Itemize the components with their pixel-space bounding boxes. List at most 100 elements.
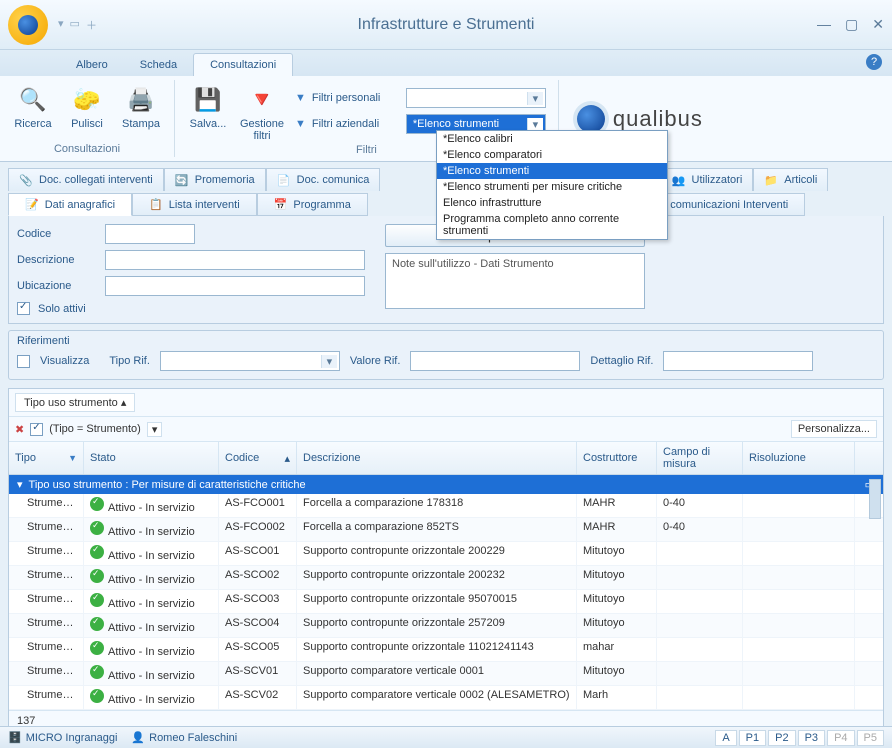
grid-headers: Tipo▼ Stato Codice▴ Descrizione Costrutt… [9,442,883,475]
page-button[interactable]: P4 [827,730,854,746]
subtab-programma[interactable]: 📅Programma [257,193,368,216]
chevron-down-icon: ▾ [527,92,543,105]
status-ok-icon [90,665,104,679]
cell-campo [657,590,743,613]
descrizione-input[interactable] [105,250,365,270]
page-button[interactable]: P1 [739,730,766,746]
table-row[interactable]: StrumentoAttivo - In servizioAS-SCO01Sup… [9,542,883,566]
group-row[interactable]: ▾ Tipo uso strumento : Per misure di car… [9,475,883,494]
cell-campo [657,662,743,685]
filtri-personali-combo[interactable]: ▾ [406,88,546,108]
collapse-icon[interactable]: ▾ [17,478,23,491]
status-ok-icon [90,593,104,607]
group-chip[interactable]: Tipo uso strumento ▴ [15,393,135,412]
cell-descrizione: Supporto comparatore verticale 0002 (ALE… [297,686,577,709]
filter-enabled-checkbox[interactable] [30,423,43,436]
scrollbar-thumb[interactable] [869,479,881,519]
cell-descrizione: Supporto contropunte orizzontale 1102124… [297,638,577,661]
page-button[interactable]: P5 [857,730,884,746]
cell-costruttore: MAHR [577,494,657,517]
valore-rif-input[interactable] [410,351,580,371]
cell-stato: Attivo - In servizio [84,566,219,589]
reminder-icon: 🔄 [175,173,189,187]
gestione-filtri-button[interactable]: 🔻 Gestione filtri [237,82,287,142]
tab-utilizzatori[interactable]: 👥Utilizzatori [661,168,754,191]
table-row[interactable]: StrumentoAttivo - In servizioAS-SCO03Sup… [9,590,883,614]
codice-input[interactable] [105,224,195,244]
close-icon[interactable]: ✕ [872,16,884,33]
table-row[interactable]: StrumentoAttivo - In servizioAS-SCO02Sup… [9,566,883,590]
filter-icon[interactable]: ▼ [68,453,77,463]
table-row[interactable]: StrumentoAttivo - In servizioAS-FCO002Fo… [9,518,883,542]
status-company[interactable]: 🗄️MICRO Ingranaggi [8,731,117,744]
grid-group-panel[interactable]: Tipo uso strumento ▴ [9,389,883,417]
cell-costruttore: Mitutoyo [577,542,657,565]
ubicazione-input[interactable] [105,276,365,296]
status-ok-icon [90,641,104,655]
visualizza-checkbox[interactable] [17,355,30,368]
table-row[interactable]: StrumentoAttivo - In servizioAS-FCO001Fo… [9,494,883,518]
app-logo[interactable] [8,5,48,45]
page-button[interactable]: A [715,730,736,746]
cell-costruttore: Mitutoyo [577,566,657,589]
tipo-rif-combo[interactable]: ▾ [160,351,340,371]
calendar-icon: 📅 [274,198,288,211]
stampa-button[interactable]: 🖨️ Stampa [116,82,166,141]
table-row[interactable]: StrumentoAttivo - In servizioAS-SCO05Sup… [9,638,883,662]
header-risoluzione[interactable]: Risoluzione [743,442,855,474]
dropdown-item[interactable]: *Elenco comparatori [437,147,667,163]
page-button[interactable]: P3 [798,730,825,746]
filter-close-icon[interactable]: ✖ [15,423,24,436]
personalizza-button[interactable]: Personalizza... [791,420,877,438]
qat-add-icon[interactable]: ＋ [86,17,97,33]
cell-tipo: Strumento [9,662,84,685]
dropdown-item[interactable]: *Elenco strumenti [437,163,667,179]
page-button[interactable]: P2 [768,730,795,746]
tab-consultazioni[interactable]: Consultazioni [193,53,293,76]
cell-campo: 0-40 [657,518,743,541]
cell-stato: Attivo - In servizio [84,686,219,709]
ricerca-button[interactable]: 🔍 Ricerca [8,82,58,141]
header-stato[interactable]: Stato [84,442,219,474]
dropdown-item[interactable]: *Elenco strumenti per misure critiche [437,179,667,195]
maximize-icon[interactable]: ▢ [845,16,858,33]
tipo-rif-label: Tipo Rif. [109,355,150,367]
header-tipo[interactable]: Tipo▼ [9,442,84,474]
salva-button[interactable]: 💾 Salva... [183,82,233,142]
dropdown-item[interactable]: Elenco infrastrutture [437,195,667,211]
codice-label: Codice [17,228,97,240]
table-row[interactable]: StrumentoAttivo - In servizioAS-SCO04Sup… [9,614,883,638]
cell-costruttore: Marh [577,686,657,709]
table-row[interactable]: StrumentoAttivo - In servizioAS-SCV02Sup… [9,686,883,710]
cell-tipo: Strumento [9,566,84,589]
help-icon[interactable]: ? [866,54,882,70]
cell-risoluzione [743,494,855,517]
qat-window-icon[interactable]: ▭ [70,17,80,33]
dettaglio-rif-input[interactable] [663,351,813,371]
filter-dropdown-icon[interactable]: ▾ [147,422,163,437]
qat-dropdown-icon[interactable]: ▾ [58,17,64,33]
subtab-dati-anagrafici[interactable]: 📝Dati anagrafici [8,193,132,216]
cell-descrizione: Supporto comparatore verticale 0001 [297,662,577,685]
cell-campo: 0-40 [657,494,743,517]
subtab-lista-interventi[interactable]: 📋Lista interventi [132,193,257,216]
minimize-icon[interactable]: — [817,16,831,33]
header-campo[interactable]: Campo di misura [657,442,743,474]
dropdown-item[interactable]: Programma completo anno corrente strumen… [437,211,667,239]
tab-promemoria[interactable]: 🔄Promemoria [164,168,266,191]
tab-doc-comunica[interactable]: 📄Doc. comunica [266,168,381,191]
dropdown-item[interactable]: *Elenco calibri [437,131,667,147]
table-row[interactable]: StrumentoAttivo - In servizioAS-SCV01Sup… [9,662,883,686]
filter-expression: (Tipo = Strumento) [49,423,141,435]
header-codice[interactable]: Codice▴ [219,442,297,474]
tab-doc-collegati[interactable]: 📎Doc. collegati interventi [8,168,164,191]
cell-descrizione: Forcella a comparazione 852TS [297,518,577,541]
tab-albero[interactable]: Albero [60,54,124,76]
header-costruttore[interactable]: Costruttore [577,442,657,474]
tab-articoli[interactable]: 📁Articoli [753,168,828,191]
header-descrizione[interactable]: Descrizione [297,442,577,474]
pulisci-button[interactable]: 🧽 Pulisci [62,82,112,141]
status-user[interactable]: 👤Romeo Faleschini [131,731,237,744]
tab-scheda[interactable]: Scheda [124,54,193,76]
solo-attivi-checkbox[interactable] [17,302,30,315]
